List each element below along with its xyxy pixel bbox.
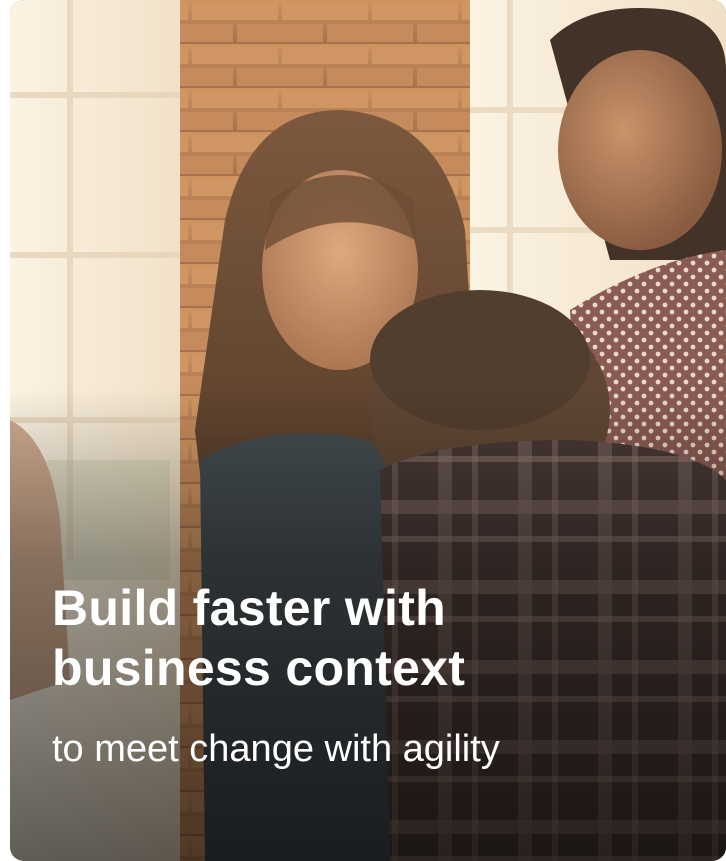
promo-card[interactable]: Build faster with business context to me…: [10, 0, 726, 861]
card-subline: to meet change with agility: [52, 728, 500, 770]
card-copy: Build faster with business context to me…: [52, 578, 686, 772]
card-headline: Build faster with business context: [52, 580, 466, 696]
